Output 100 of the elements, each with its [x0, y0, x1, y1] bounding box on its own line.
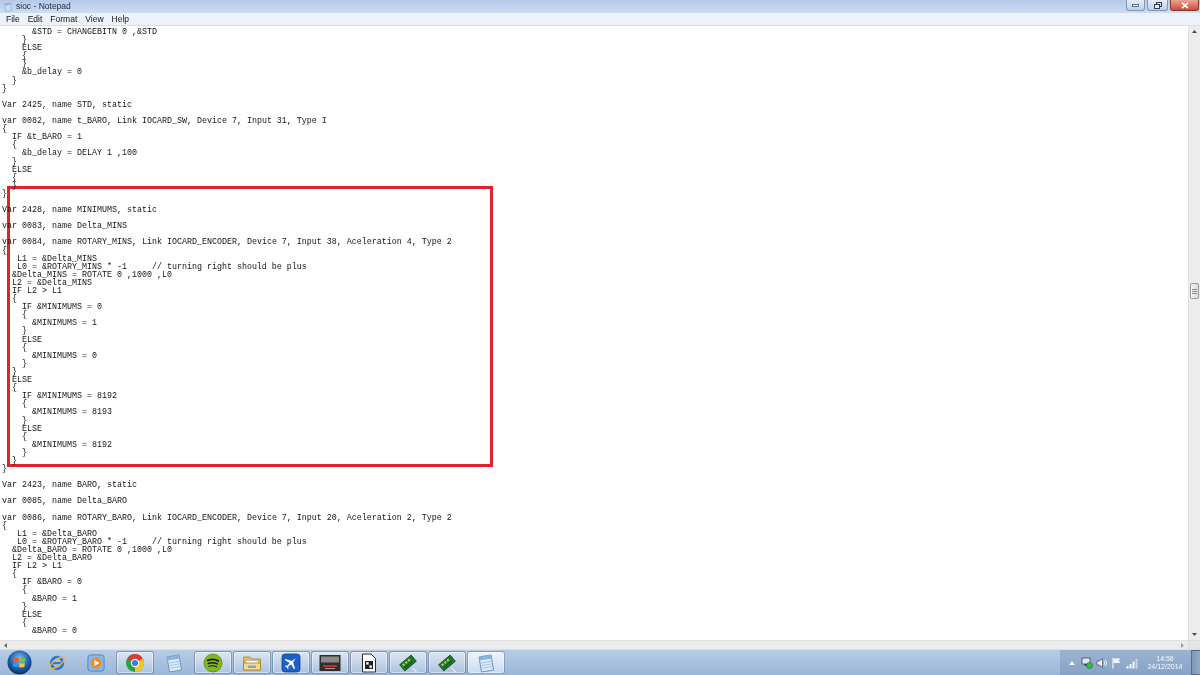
code-line: }	[12, 456, 17, 466]
code-line: Var 2423, name BARO, static	[2, 481, 137, 490]
code-line: {	[22, 52, 27, 61]
code-line: &b_delay = 0	[22, 68, 82, 77]
notepad-icon	[3, 1, 13, 12]
code-line: {	[2, 521, 7, 530]
code-line: &MINIMUMS = 8193	[32, 408, 112, 417]
code-line: }	[22, 327, 27, 336]
menu-item[interactable]: Edit	[23, 13, 47, 25]
airplane-icon[interactable]	[281, 652, 301, 673]
scroll-up-icon[interactable]	[1192, 30, 1197, 33]
network-status-icon[interactable]	[1081, 656, 1093, 669]
code-line: var 0082, name t_BARO, Link IOCARD_SW, Device 7, Input 31, Type I	[2, 117, 327, 126]
code-line: L1 = &Delta_BARO	[17, 529, 97, 538]
code-line: Var 2425, name STD, static	[2, 100, 132, 109]
notepad-icon[interactable]	[164, 652, 184, 673]
code-line: L0 = &ROTARY_BARO * -1 // turning right should be plus	[17, 537, 307, 546]
code-line: ELSE	[22, 44, 42, 53]
restore-icon	[1153, 1, 1162, 9]
taskbar-button[interactable]	[350, 651, 388, 674]
taskbar-button[interactable]	[389, 651, 427, 674]
scroll-left-icon[interactable]	[4, 642, 7, 648]
code-line: {	[22, 400, 27, 409]
scroll-right-icon[interactable]	[1181, 642, 1184, 648]
code-line: }	[12, 76, 17, 85]
code-line: &Delta_BARO = ROTATE 0 ,1000 ,L0	[12, 546, 172, 555]
menu-item[interactable]: View	[81, 13, 108, 25]
code-line: IF L2 > L1	[12, 562, 62, 571]
code-line: }	[22, 359, 27, 368]
code-line: {	[12, 173, 17, 182]
code-line: {	[12, 141, 17, 150]
vertical-scrollbar[interactable]	[1188, 26, 1200, 640]
horizontal-scrollbar[interactable]	[0, 640, 1188, 649]
code-line: ELSE	[12, 376, 32, 385]
code-line: &MINIMUMS = 1	[32, 319, 97, 328]
code-line: &STD = CHANGEBITN 0 ,&STD	[32, 28, 157, 37]
scrollbar-corner	[1188, 640, 1200, 649]
menu-item[interactable]: Format	[46, 13, 82, 25]
code-line: {	[2, 125, 7, 134]
code-line: }	[22, 60, 27, 69]
code-line: var 0085, name Delta_BARO	[2, 497, 127, 506]
code-line: &b_delay = DELAY 1 ,100	[22, 149, 137, 158]
segmented-circle-icon[interactable]	[125, 652, 145, 673]
code-line: }	[22, 36, 27, 45]
code-line: }	[12, 367, 17, 377]
flag-orb-icon	[6, 650, 32, 675]
minimize-icon	[1132, 3, 1139, 7]
code-line: {	[12, 295, 17, 304]
play-icon[interactable]	[87, 653, 105, 672]
code-line: &Delta_MINS = ROTATE 0 ,1000 ,L0	[12, 270, 172, 279]
taskbar-button[interactable]	[194, 651, 232, 674]
code-line: var 0086, name ROTARY_BARO, Link IOCARD_ENCODER, Device 7, Input 20, Aceleration 2, Type 2	[2, 513, 452, 522]
show-desktop-button[interactable]	[1191, 650, 1200, 675]
scroll-down-icon[interactable]	[1192, 633, 1197, 636]
code-line: &MINIMUMS = 8192	[32, 440, 112, 449]
minimize-button[interactable]	[1126, 0, 1145, 11]
grip-icon	[1192, 288, 1197, 294]
code-line: IF &MINIMUMS = 0	[22, 303, 102, 312]
scrollbar-thumb[interactable]	[1190, 283, 1199, 299]
flag-icon[interactable]	[1111, 656, 1123, 669]
code-line: {	[22, 586, 27, 595]
code-line: IF &MINIMUMS = 8192	[22, 392, 117, 401]
menu-item[interactable]: File	[2, 13, 24, 25]
code-line: L1 = &Delta_MINS	[17, 254, 97, 263]
code-line: ELSE	[22, 424, 42, 433]
restore-button[interactable]	[1147, 0, 1168, 11]
code-line: IF &t_BARO = 1	[12, 133, 82, 142]
code-line: }	[12, 157, 17, 166]
close-icon	[1180, 1, 1189, 9]
code-line: {	[22, 311, 27, 320]
window-title: sioc - Notepad	[16, 1, 71, 12]
code-line: }	[2, 189, 7, 198]
code-line: {	[22, 343, 27, 352]
document-icon[interactable]	[360, 652, 378, 673]
notepad-icon[interactable]	[476, 652, 496, 673]
code-line: &BARO = 0	[32, 626, 77, 636]
code-line: {	[22, 432, 27, 441]
taskbar-button[interactable]	[428, 651, 466, 674]
speaker-icon[interactable]	[1096, 656, 1108, 669]
code-line: L2 = &Delta_BARO	[12, 554, 92, 563]
circle-arcs-icon[interactable]	[203, 652, 223, 673]
thumbnail-icon[interactable]	[319, 653, 341, 672]
code-line: }	[22, 416, 27, 425]
code-line: &BARO = 1	[32, 594, 77, 603]
menu-item[interactable]: Help	[107, 13, 134, 25]
code-line: &MINIMUMS = 0	[32, 351, 97, 360]
code-line: L0 = &ROTARY_MINS * -1 // turning right should be plus	[17, 262, 307, 271]
taskbar-button[interactable]	[311, 651, 349, 674]
code-line: {	[22, 618, 27, 627]
taskbar-button[interactable]	[272, 651, 310, 674]
code-line: ELSE	[22, 610, 42, 619]
code-line: {	[2, 246, 7, 255]
code-line: }	[22, 602, 27, 611]
caret-up-icon[interactable]	[1069, 660, 1075, 665]
code-line: {	[12, 384, 17, 393]
code-line: L2 = &Delta_MINS	[12, 278, 92, 287]
code-line: }	[2, 465, 7, 474]
code-line: ELSE	[22, 335, 42, 344]
code-line: }	[12, 181, 17, 190]
close-button[interactable]	[1170, 0, 1199, 11]
